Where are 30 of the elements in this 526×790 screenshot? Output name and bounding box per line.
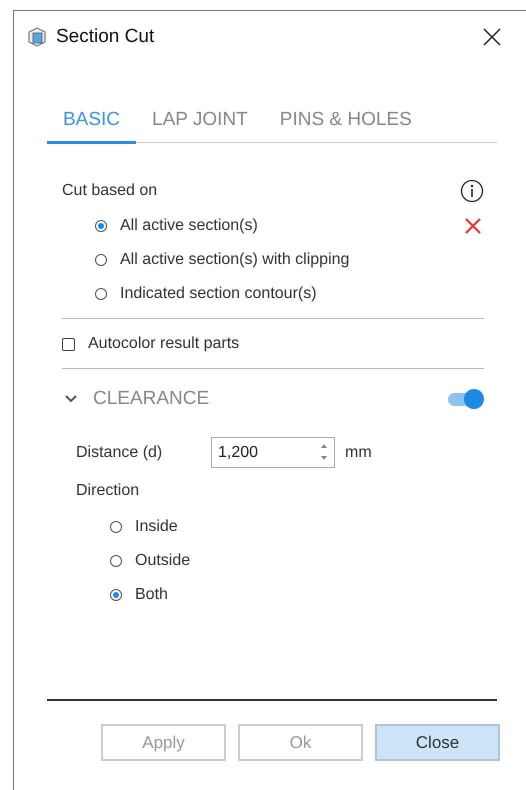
field-label: Distance (d) [76, 444, 164, 462]
cube-icon [26, 26, 48, 48]
checkbox[interactable] [62, 338, 75, 350]
radio-button[interactable] [110, 521, 122, 533]
radio-button[interactable] [110, 555, 122, 567]
radio-button[interactable] [95, 254, 107, 266]
close-icon[interactable] [482, 27, 502, 47]
window-title: Section Cut [56, 26, 156, 48]
option-label: Inside [135, 518, 178, 536]
number-field[interactable]: 1,200 [211, 437, 335, 468]
radio-button[interactable] [95, 288, 107, 300]
field-label: Direction [76, 482, 140, 500]
chevron-icon[interactable] [65, 395, 77, 403]
section-label: Cut based on [62, 182, 158, 200]
option-label: Outside [135, 552, 190, 570]
toggle-switch[interactable] [448, 389, 484, 409]
tab[interactable]: PINS & HOLES [264, 103, 428, 144]
tab[interactable]: BASIC [47, 103, 136, 144]
option-label: All active section(s) with clipping [120, 251, 350, 269]
info-icon[interactable] [460, 179, 484, 203]
dialog-button[interactable]: Close [375, 724, 500, 761]
radio-button[interactable] [95, 220, 107, 232]
option-label: Both [135, 586, 168, 604]
unit-label: mm [345, 444, 372, 462]
option-label: Indicated section contour(s) [120, 285, 317, 303]
tab[interactable]: LAP JOINT [136, 103, 264, 144]
section-title: CLEARANCE [93, 388, 210, 410]
option-label: All active section(s) [120, 217, 258, 235]
radio-button[interactable] [110, 589, 122, 601]
checkbox-label: Autocolor result parts [88, 335, 240, 353]
